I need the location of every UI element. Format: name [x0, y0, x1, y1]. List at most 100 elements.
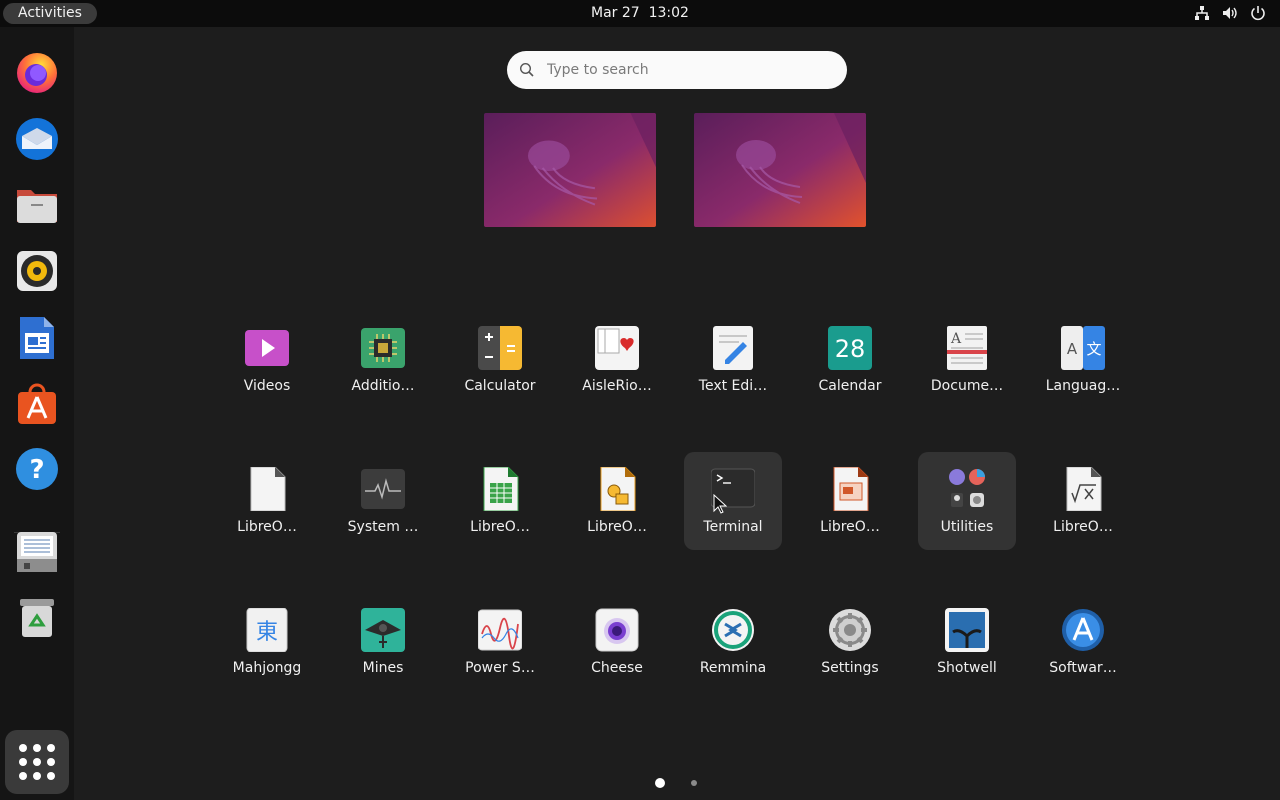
app-libreoffice-impress[interactable]: LibreO…: [801, 455, 899, 553]
draw-icon: [595, 467, 639, 511]
app-language-support[interactable]: A文 Languag…: [1034, 314, 1132, 412]
app-libreoffice[interactable]: LibreO…: [218, 455, 316, 553]
app-label: Softwar…: [1049, 660, 1117, 676]
disk-icon: [17, 532, 57, 572]
app-label: LibreO…: [1053, 519, 1113, 535]
chip-icon: [361, 326, 405, 370]
libreoffice-icon: [245, 467, 289, 511]
svg-text:?: ?: [29, 455, 44, 485]
activities-button[interactable]: Activities: [3, 3, 97, 24]
app-cheese[interactable]: Cheese: [568, 596, 666, 694]
dock-item-writer[interactable]: [10, 311, 64, 365]
power-icon[interactable]: [1250, 5, 1266, 21]
app-additional-drivers[interactable]: Additio…: [334, 314, 432, 412]
app-label: LibreO…: [820, 519, 880, 535]
app-power-statistics[interactable]: Power S…: [451, 596, 549, 694]
app-label: Additio…: [351, 378, 415, 394]
videos-icon: [245, 326, 289, 370]
app-label: Power S…: [465, 660, 535, 676]
app-label: Videos: [243, 378, 291, 394]
settings-icon: [828, 608, 872, 652]
remmina-icon: [711, 608, 755, 652]
mahjongg-icon: 東: [245, 608, 289, 652]
ubuntu-software-icon: [18, 383, 56, 424]
mines-icon: [361, 608, 405, 652]
app-folder-utilities[interactable]: Utilities: [918, 452, 1016, 550]
svg-text:A: A: [1067, 340, 1078, 358]
app-calculator[interactable]: Calculator: [451, 314, 549, 412]
clock: Mar 27 13:02: [0, 0, 1280, 26]
app-grid-icon: [19, 744, 55, 780]
svg-text:東: 東: [256, 620, 278, 645]
text-editor-icon: [711, 326, 755, 370]
dock-item-rhythmbox[interactable]: [10, 244, 64, 298]
app-shotwell[interactable]: Shotwell: [918, 596, 1016, 694]
app-document-viewer[interactable]: A Docume…: [918, 314, 1016, 412]
app-terminal[interactable]: Terminal: [684, 452, 782, 550]
language-icon: A文: [1061, 326, 1105, 370]
help-icon: ?: [16, 448, 58, 490]
app-mahjongg[interactable]: 東 Mahjongg: [218, 596, 316, 694]
app-label: Calculator: [464, 378, 536, 394]
utilities-folder-icon: [945, 467, 989, 511]
app-label: Mahjongg: [232, 660, 302, 676]
app-software-updater[interactable]: Softwar…: [1034, 596, 1132, 694]
search-input[interactable]: [547, 62, 807, 78]
app-label: Mines: [362, 660, 404, 676]
time-label: 13:02: [648, 5, 689, 21]
impress-icon: [828, 467, 872, 511]
app-calendar[interactable]: 28 Calendar: [801, 314, 899, 412]
search-icon: [519, 62, 534, 77]
app-libreoffice-math[interactable]: LibreO…: [1034, 455, 1132, 553]
app-label: Text Edi…: [698, 378, 768, 394]
calendar-day-label: 28: [835, 335, 866, 363]
workspace-thumbnail-1[interactable]: [484, 113, 656, 227]
writer-icon: [20, 317, 54, 359]
system-monitor-icon: [361, 467, 405, 511]
app-mines[interactable]: Mines: [334, 596, 432, 694]
files-icon: [17, 190, 57, 223]
rhythmbox-icon: [17, 251, 57, 291]
dock-item-trash[interactable]: [10, 591, 64, 645]
dock-item-help[interactable]: ?: [10, 442, 64, 496]
network-icon[interactable]: [1194, 5, 1210, 21]
app-label: Settings: [821, 660, 879, 676]
mouse-cursor-icon: [713, 494, 727, 514]
app-label: Utilities: [940, 519, 994, 535]
page-indicator-1[interactable]: [655, 778, 665, 788]
app-aisleriot[interactable]: AisleRio…: [568, 314, 666, 412]
app-libreoffice-draw[interactable]: LibreO…: [568, 455, 666, 553]
dock-item-ubuntu-software[interactable]: [10, 376, 64, 430]
app-text-editor[interactable]: Text Edi…: [684, 314, 782, 412]
search-box[interactable]: [507, 51, 847, 89]
app-label: Docume…: [930, 378, 1004, 394]
dock-item-disk[interactable]: [10, 525, 64, 579]
cheese-icon: [595, 608, 639, 652]
page-indicator-2[interactable]: [691, 780, 697, 786]
workspace-thumbnail-2[interactable]: [694, 113, 866, 227]
dock-item-thunderbird[interactable]: [10, 112, 64, 166]
calc-icon: [478, 467, 522, 511]
dock: ?: [0, 27, 74, 800]
app-system-monitor[interactable]: System …: [334, 455, 432, 553]
app-libreoffice-calc[interactable]: LibreO…: [451, 455, 549, 553]
app-label: LibreO…: [587, 519, 647, 535]
app-remmina[interactable]: Remmina: [684, 596, 782, 694]
dock-item-firefox[interactable]: [10, 45, 64, 99]
software-updater-icon: [1061, 608, 1105, 652]
system-tray[interactable]: [1194, 5, 1266, 21]
date-label: Mar 27: [591, 5, 640, 21]
dock-item-files[interactable]: [10, 178, 64, 232]
app-settings[interactable]: Settings: [801, 596, 899, 694]
calculator-icon: [478, 326, 522, 370]
app-label: Cheese: [591, 660, 643, 676]
cards-icon: [595, 326, 639, 370]
clock-button[interactable]: Mar 27 13:02: [591, 5, 689, 21]
show-apps-button[interactable]: [5, 730, 69, 794]
firefox-icon: [17, 53, 57, 93]
app-videos[interactable]: Videos: [218, 314, 316, 412]
volume-icon[interactable]: [1222, 5, 1238, 21]
app-label: Remmina: [699, 660, 767, 676]
math-icon: [1061, 467, 1105, 511]
app-label: Terminal: [703, 519, 763, 535]
